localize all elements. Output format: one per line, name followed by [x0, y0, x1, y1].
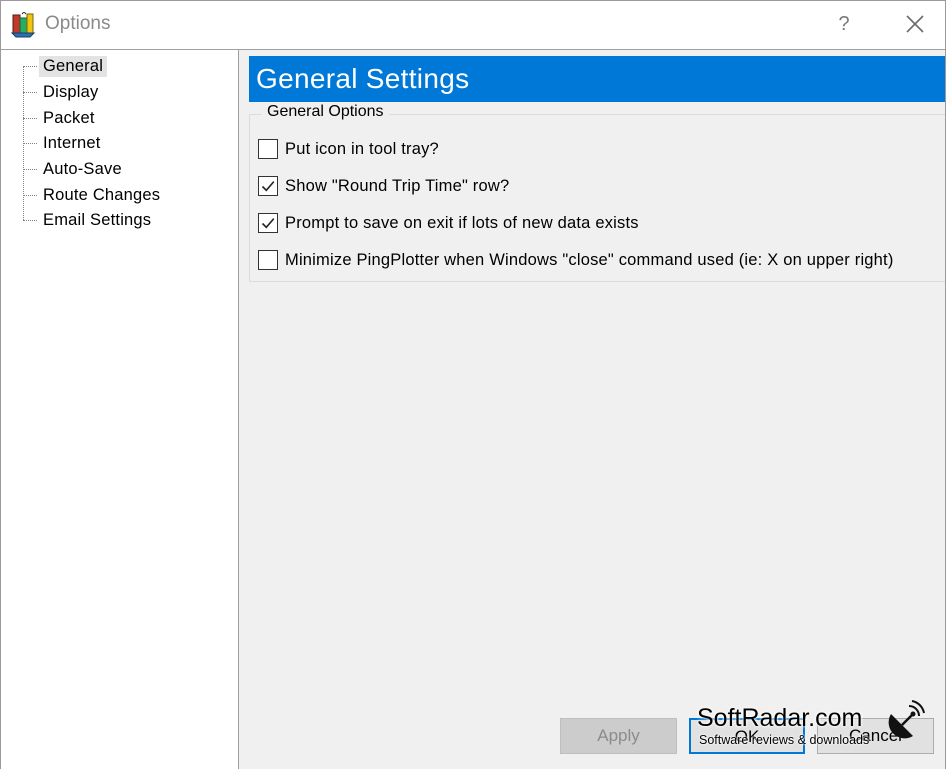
option-round-trip-time-row[interactable]: Show "Round Trip Time" row? [258, 175, 509, 197]
tree-item-label: Email Settings [43, 210, 152, 229]
general-options-group: General Options Put icon in tool tray? S… [249, 103, 945, 282]
tree-item-label: Display [43, 82, 99, 101]
close-button[interactable] [897, 7, 933, 41]
option-label: Minimize PingPlotter when Windows "close… [285, 250, 894, 269]
tree-item-label: Route Changes [43, 185, 161, 204]
option-label: Prompt to save on exit if lots of new da… [285, 213, 639, 232]
panel-header: General Settings [249, 56, 945, 102]
option-tool-tray-icon[interactable]: Put icon in tool tray? [258, 138, 439, 160]
group-title: General Options [262, 103, 389, 121]
checkbox-tool-tray-icon[interactable] [258, 139, 278, 159]
tree-item-auto-save[interactable]: Auto-Save [23, 157, 126, 181]
tree-branch-line [23, 142, 37, 144]
check-icon [261, 181, 275, 192]
tree-branch-line [23, 65, 37, 67]
tree-item-label: Auto-Save [43, 159, 122, 178]
tree-branch-line [23, 91, 37, 93]
tree-item-label: General [39, 55, 108, 77]
checkbox-minimize-on-close[interactable] [258, 250, 278, 270]
check-icon [261, 218, 275, 229]
tree-branch-line [23, 219, 37, 221]
tree-item-general[interactable]: General [23, 54, 108, 78]
tree-item-packet[interactable]: Packet [23, 106, 99, 130]
tree-item-label: Packet [43, 108, 95, 127]
ok-button[interactable]: OK [689, 718, 805, 754]
cancel-button[interactable]: Cancel [817, 718, 934, 754]
tree-branch-line [23, 194, 37, 196]
option-label: Show "Round Trip Time" row? [285, 176, 510, 195]
help-button[interactable]: ? [827, 7, 861, 41]
option-minimize-on-close[interactable]: Minimize PingPlotter when Windows "close… [258, 249, 894, 271]
option-prompt-save-on-exit[interactable]: Prompt to save on exit if lots of new da… [258, 212, 639, 234]
apply-button[interactable]: Apply [560, 718, 677, 754]
pingplotter-app-icon [10, 12, 36, 38]
tree-item-internet[interactable]: Internet [23, 131, 105, 155]
checkbox-prompt-save-on-exit[interactable] [258, 213, 278, 233]
help-icon: ? [838, 13, 850, 35]
options-tree: General Display Packet Internet Auto-Sav… [1, 49, 239, 769]
tree-branch-line [23, 117, 37, 119]
settings-panel: General Settings General Options Put ico… [239, 49, 945, 769]
checkbox-round-trip-time-row[interactable] [258, 176, 278, 196]
option-label: Put icon in tool tray? [285, 139, 439, 158]
close-icon [906, 15, 924, 33]
tree-branch-line [23, 168, 37, 170]
options-dialog: Options ? General Display Packet Interne [0, 0, 946, 769]
tree-item-email-settings[interactable]: Email Settings [23, 208, 155, 232]
tree-item-label: Internet [43, 133, 101, 152]
tree-item-route-changes[interactable]: Route Changes [23, 183, 164, 207]
tree-item-display[interactable]: Display [23, 80, 103, 104]
window-title: Options [45, 13, 111, 34]
title-bar: Options ? [1, 1, 945, 49]
panel-title: General Settings [256, 63, 470, 94]
